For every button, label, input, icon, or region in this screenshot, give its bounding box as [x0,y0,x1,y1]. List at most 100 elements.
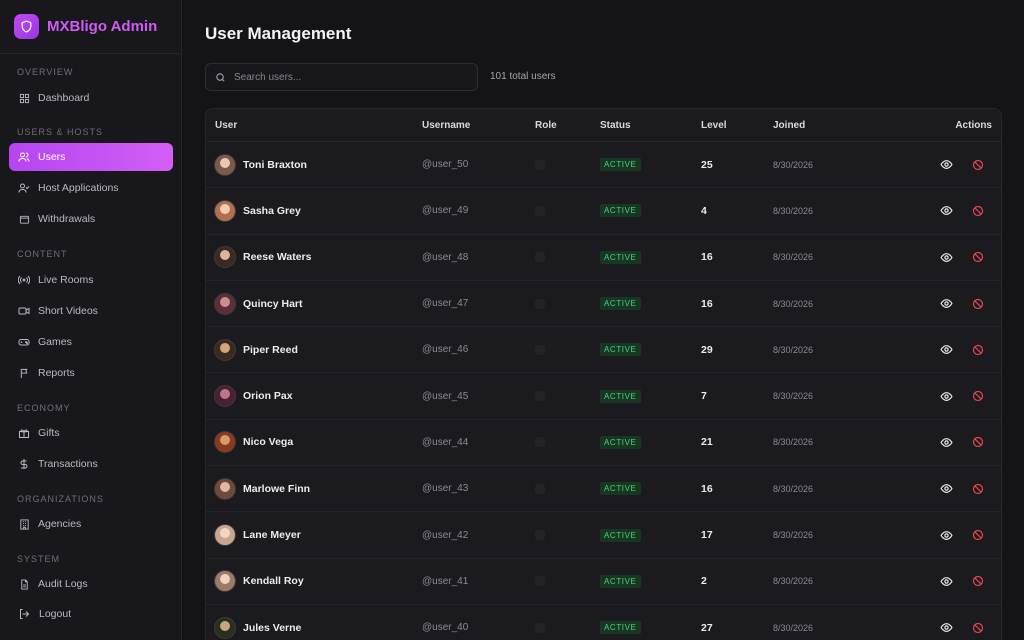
view-eye-icon[interactable] [940,621,953,634]
avatar [214,477,236,500]
ban-icon[interactable] [971,575,984,588]
dollar-icon [18,458,30,470]
user-cell: Piper Reed [214,338,298,361]
table-row: Marlowe Finn @user_43 ACTIVE 16 8/30/202… [206,466,1001,513]
sidebar-item-live-rooms[interactable]: Live Rooms [9,266,173,294]
sidebar-item-host-applications[interactable]: Host Applications [9,174,173,202]
building-icon [18,518,30,530]
username: @user_42 [422,529,469,541]
sidebar-item-audit-logs[interactable]: Audit Logs [9,570,173,598]
row-actions [940,575,984,588]
user-name: Toni Braxton [243,158,307,171]
sidebar-item-label: Host Applications [38,182,119,194]
username: @user_41 [422,575,469,587]
user-name: Reese Waters [243,251,312,264]
joined-date: 8/30/2026 [773,205,814,216]
user-name: Marlowe Finn [243,482,311,495]
table-body: Toni Braxton @user_50 ACTIVE 25 8/30/202… [206,142,1001,640]
user-cell: Kendall Roy [214,570,304,593]
username: @user_44 [422,436,469,448]
sidebar-item-dashboard[interactable]: Dashboard [9,84,173,112]
status-badge: ACTIVE [600,204,641,218]
role-placeholder [535,298,545,309]
column-header-level: Level [701,119,727,131]
view-eye-icon[interactable] [940,436,953,449]
table-row: Reese Waters @user_48 ACTIVE 16 8/30/202… [206,235,1001,281]
role-placeholder [535,205,545,216]
view-eye-icon[interactable] [940,529,953,542]
role-placeholder [535,437,545,448]
ban-icon[interactable] [971,204,984,217]
sidebar-item-label: Users [38,151,66,163]
user-level: 4 [701,204,707,217]
sidebar-item-transactions[interactable]: Transactions [9,450,173,478]
joined-date: 8/30/2026 [773,530,814,541]
status-badge: ACTIVE [600,158,641,172]
role-placeholder [535,576,545,587]
role-placeholder [535,252,545,263]
avatar [214,385,236,408]
row-actions [940,529,984,542]
view-eye-icon[interactable] [940,390,953,403]
users-table: User Username Role Status Level Joined A… [205,108,1002,640]
sidebar-item-label: Reports [38,367,75,379]
user-cell: Marlowe Finn [214,477,311,500]
avatar [214,570,236,593]
sidebar-item-short-videos[interactable]: Short Videos [9,297,173,325]
view-eye-icon[interactable] [940,158,953,171]
status-badge: ACTIVE [600,435,641,449]
view-eye-icon[interactable] [940,251,953,264]
sidebar-item-reports[interactable]: Reports [9,359,173,387]
broadcast-icon [18,274,30,286]
ban-icon[interactable] [971,390,984,403]
column-header-user: User [215,119,238,131]
user-cell: Sasha Grey [214,199,301,222]
sidebar-item-label: Dashboard [38,92,90,104]
role-placeholder [535,159,545,170]
user-name: Nico Vega [243,436,294,449]
avatar [214,524,236,547]
logout-label: Logout [39,608,72,620]
sidebar-item-label: Transactions [38,458,98,470]
role-placeholder [535,344,545,355]
user-cell: Nico Vega [214,431,294,454]
total-users-count: 101 total users [490,71,556,82]
logout-button[interactable]: Logout [12,602,71,626]
role-placeholder [535,483,545,494]
joined-date: 8/30/2026 [773,344,814,355]
ban-icon[interactable] [971,343,984,356]
user-name: Sasha Grey [243,204,301,217]
user-name: Piper Reed [243,343,298,356]
view-eye-icon[interactable] [940,297,953,310]
table-header: User Username Role Status Level Joined A… [206,109,1001,142]
sidebar: MXBligo Admin OVERVIEW Dashboard USERS &… [0,0,182,640]
user-name: Lane Meyer [243,529,301,542]
ban-icon[interactable] [971,158,984,171]
ban-icon[interactable] [971,529,984,542]
sidebar-item-gifts[interactable]: Gifts [9,419,173,447]
ban-icon[interactable] [971,482,984,495]
sidebar-item-agencies[interactable]: Agencies [9,510,173,538]
ban-icon[interactable] [971,621,984,634]
ban-icon[interactable] [971,251,984,264]
sidebar-item-withdrawals[interactable]: Withdrawals [9,205,173,233]
sidebar-item-users[interactable]: Users [9,143,173,171]
user-level: 17 [701,529,713,542]
row-actions [940,204,984,217]
view-eye-icon[interactable] [940,204,953,217]
ban-icon[interactable] [971,436,984,449]
user-name: Orion Pax [243,390,293,403]
username: @user_46 [422,344,469,356]
avatar [214,616,236,639]
joined-date: 8/30/2026 [773,576,814,587]
ban-icon[interactable] [971,297,984,310]
view-eye-icon[interactable] [940,482,953,495]
user-level: 16 [701,251,713,264]
row-actions [940,436,984,449]
search-input[interactable] [234,71,454,83]
wallet-icon [18,213,30,225]
sidebar-item-games[interactable]: Games [9,328,173,356]
view-eye-icon[interactable] [940,343,953,356]
role-placeholder [535,530,545,541]
view-eye-icon[interactable] [940,575,953,588]
